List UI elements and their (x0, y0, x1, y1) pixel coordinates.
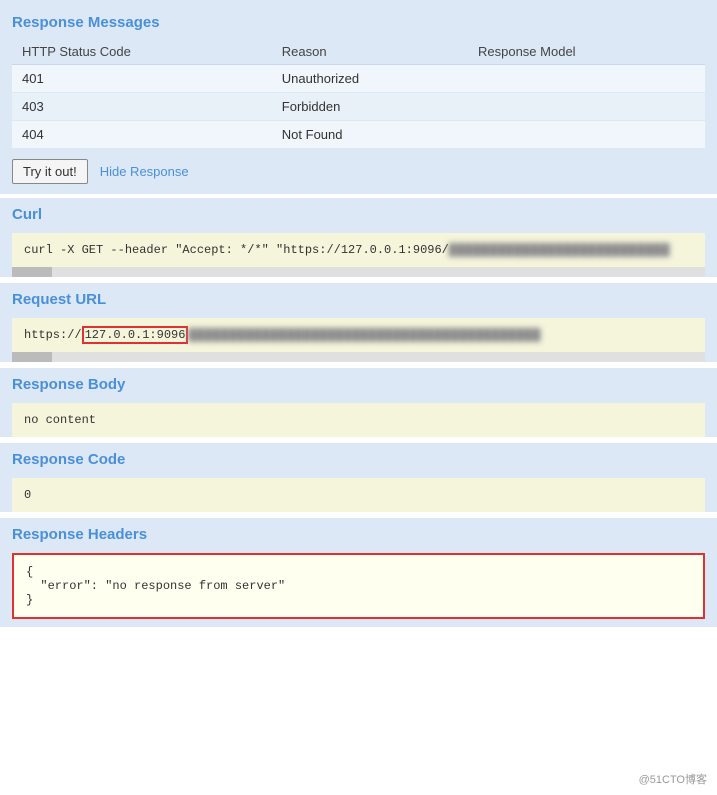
model-403 (468, 93, 705, 121)
url-blurred: ████████████████████████████████████████… (188, 328, 541, 342)
col-header-status-code: HTTP Status Code (12, 39, 272, 65)
url-scrollbar-thumb[interactable] (12, 352, 52, 362)
col-header-response-model: Response Model (468, 39, 705, 65)
request-url-section: Request URL https://127.0.0.1:9096██████… (0, 283, 717, 362)
curl-blurred: ███████████████████████████ (449, 243, 670, 257)
page-wrapper: Response Messages HTTP Status Code Reaso… (0, 0, 717, 795)
table-row: 404 Not Found (12, 121, 705, 149)
response-headers-box: { "error": "no response from server" } (12, 553, 705, 619)
response-messages-table: HTTP Status Code Reason Response Model 4… (12, 39, 705, 149)
curl-scrollbar-track[interactable] (12, 267, 705, 277)
response-messages-title: Response Messages (12, 8, 705, 35)
response-headers-section: Response Headers { "error": "no response… (0, 518, 717, 627)
curl-section: Curl curl -X GET --header "Accept: */*" … (0, 198, 717, 277)
response-body-box: no content (12, 403, 705, 437)
response-code-title: Response Code (12, 443, 705, 472)
response-code-section: Response Code 0 (0, 443, 717, 512)
request-url-title: Request URL (12, 283, 705, 312)
curl-command-text: curl -X GET --header "Accept: */*" "http… (24, 243, 449, 257)
response-body-section: Response Body no content (0, 368, 717, 437)
model-404 (468, 121, 705, 149)
response-headers-title: Response Headers (12, 518, 705, 547)
url-prefix: https:// (24, 328, 82, 342)
response-body-title: Response Body (12, 368, 705, 397)
request-url-box: https://127.0.0.1:9096██████████████████… (12, 318, 705, 352)
curl-command-box: curl -X GET --header "Accept: */*" "http… (12, 233, 705, 267)
reason-403: Forbidden (272, 93, 468, 121)
url-highlight: 127.0.0.1:9096 (82, 326, 189, 344)
col-header-reason: Reason (272, 39, 468, 65)
table-header-row: HTTP Status Code Reason Response Model (12, 39, 705, 65)
curl-scrollbar-thumb[interactable] (12, 267, 52, 277)
status-code-403: 403 (12, 93, 272, 121)
hide-response-link[interactable]: Hide Response (100, 164, 189, 179)
status-code-404: 404 (12, 121, 272, 149)
reason-401: Unauthorized (272, 65, 468, 93)
reason-404: Not Found (272, 121, 468, 149)
action-row: Try it out! Hide Response (0, 149, 717, 194)
url-scrollbar-track[interactable] (12, 352, 705, 362)
response-body-content: no content (24, 413, 96, 427)
status-code-401: 401 (12, 65, 272, 93)
response-code-box: 0 (12, 478, 705, 512)
table-row: 401 Unauthorized (12, 65, 705, 93)
response-messages-section: Response Messages HTTP Status Code Reaso… (0, 0, 717, 149)
response-code-value: 0 (24, 488, 31, 502)
watermark: @51CTO博客 (639, 771, 707, 787)
curl-title: Curl (12, 198, 705, 227)
try-it-button[interactable]: Try it out! (12, 159, 88, 184)
model-401 (468, 65, 705, 93)
table-row: 403 Forbidden (12, 93, 705, 121)
